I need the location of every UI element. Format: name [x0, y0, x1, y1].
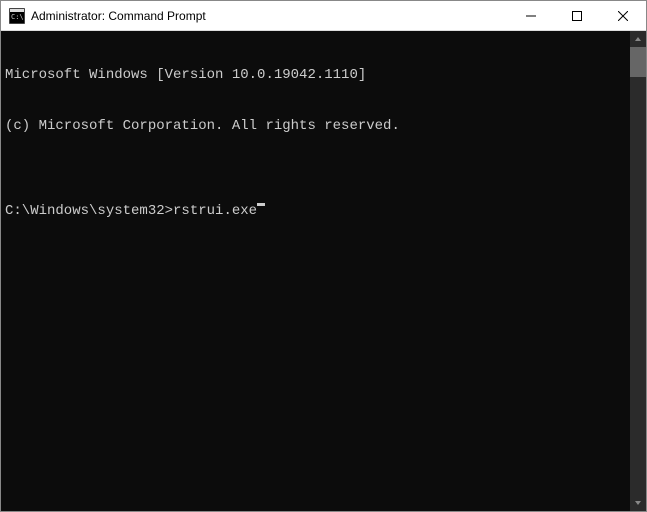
- terminal-area: Microsoft Windows [Version 10.0.19042.11…: [1, 31, 646, 511]
- version-line: Microsoft Windows [Version 10.0.19042.11…: [5, 67, 626, 84]
- window-controls: [508, 1, 646, 30]
- scrollbar-down-button[interactable]: [630, 495, 646, 511]
- prompt-line: C:\Windows\system32>rstrui.exe: [5, 203, 626, 220]
- cmd-icon: C:\: [9, 8, 25, 24]
- terminal[interactable]: Microsoft Windows [Version 10.0.19042.11…: [1, 31, 630, 511]
- cursor: [257, 203, 265, 206]
- copyright-line: (c) Microsoft Corporation. All rights re…: [5, 118, 626, 135]
- minimize-button[interactable]: [508, 1, 554, 30]
- close-button[interactable]: [600, 1, 646, 30]
- maximize-button[interactable]: [554, 1, 600, 30]
- scrollbar-up-button[interactable]: [630, 31, 646, 47]
- command-prompt-window: C:\ Administrator: Command Prompt Micros…: [0, 0, 647, 512]
- command-text: rstrui.exe: [173, 203, 257, 220]
- prompt-text: C:\Windows\system32>: [5, 203, 173, 220]
- svg-text:C:\: C:\: [11, 13, 24, 21]
- titlebar[interactable]: C:\ Administrator: Command Prompt: [1, 1, 646, 31]
- vertical-scrollbar[interactable]: [630, 31, 646, 511]
- window-title: Administrator: Command Prompt: [31, 9, 508, 23]
- scrollbar-thumb[interactable]: [630, 47, 646, 77]
